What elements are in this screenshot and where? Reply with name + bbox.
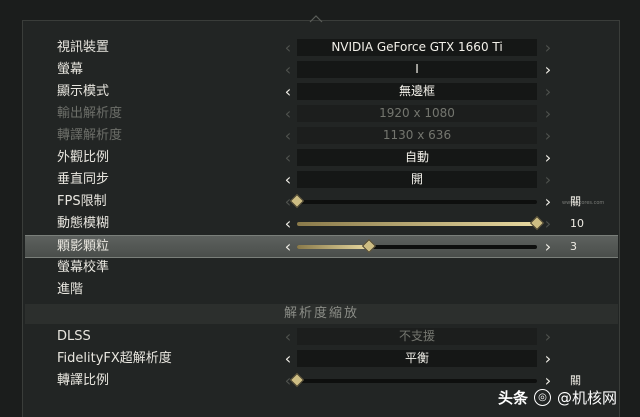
main-slider-track-8[interactable] <box>297 215 545 231</box>
main-setting-label-3: 輸出解析度 <box>57 106 123 121</box>
main-slider-fill-8 <box>297 222 537 226</box>
panel-notch-icon <box>309 15 323 23</box>
main-setting-label-0: 視訊裝置 <box>57 40 110 55</box>
main-slider-value-8: 10 <box>570 217 584 230</box>
scaling-setting-label-1: FidelityFX超解析度 <box>57 351 172 366</box>
main-chevron-left-icon-1: ‹ <box>284 60 292 79</box>
main-setting-row-11[interactable]: 進階 <box>25 279 618 300</box>
main-setting-row-9[interactable]: 顆影顆粒 ‹ › 3 <box>25 235 618 258</box>
scaling-setting-value-1: 平衡 <box>297 350 537 367</box>
scaling-setting-row-0[interactable]: DLSS ‹ › 不支援 <box>25 326 618 347</box>
main-setting-value-4: 1130 x 636 <box>297 127 537 144</box>
main-slider-track-7[interactable] <box>289 193 537 209</box>
main-setting-row-1[interactable]: 螢幕 ‹ › I <box>25 59 618 80</box>
main-setting-row-7[interactable]: FPS限制 ‹ › 關 <box>25 191 618 212</box>
main-setting-value-0: NVIDIA GeForce GTX 1660 Ti <box>297 39 537 56</box>
scaling-setting-label-2: 轉譯比例 <box>57 373 110 388</box>
main-setting-value-3: 1920 x 1080 <box>297 105 537 122</box>
main-chevron-left-icon-2[interactable]: ‹ <box>281 83 295 100</box>
main-setting-label-2: 顯示模式 <box>57 84 110 99</box>
main-chevron-right-icon-5[interactable]: › <box>541 149 555 166</box>
scaling-chevron-right-icon-1[interactable]: › <box>541 350 555 367</box>
main-chevron-left-icon-6[interactable]: ‹ <box>281 171 295 188</box>
main-setting-label-11: 進階 <box>57 282 84 297</box>
main-setting-value-1: I <box>297 61 537 78</box>
main-chevron-left-icon-9[interactable]: ‹ <box>281 238 295 255</box>
main-setting-row-10[interactable]: 螢幕校準 <box>25 257 618 278</box>
main-chevron-left-icon-8[interactable]: ‹ <box>281 215 295 232</box>
main-setting-row-0[interactable]: 視訊裝置 ‹ › NVIDIA GeForce GTX 1660 Ti <box>25 37 618 58</box>
main-chevron-right-icon-0: › <box>544 38 552 57</box>
main-setting-label-9: 顆影顆粒 <box>57 239 110 254</box>
scaling-setting-value-0: 不支援 <box>297 328 537 345</box>
main-chevron-left-icon-3: ‹ <box>284 104 292 123</box>
main-setting-row-6[interactable]: 垂直同步 ‹ › 開 <box>25 169 618 190</box>
main-setting-value-2: 無邊框 <box>297 83 537 100</box>
main-setting-label-4: 轉譯解析度 <box>57 128 123 143</box>
main-setting-value-6: 開 <box>297 171 537 188</box>
main-chevron-right-icon-2: › <box>544 82 552 101</box>
main-setting-label-8: 動態模糊 <box>57 216 110 231</box>
scaling-chevron-right-icon-0: › <box>544 327 552 346</box>
scaling-setting-row-1[interactable]: FidelityFX超解析度 ‹ › 平衡 <box>25 348 618 369</box>
main-slider-fill-9 <box>297 245 369 249</box>
scaling-chevron-left-icon-1[interactable]: ‹ <box>281 350 295 367</box>
main-diamond-knob-icon-9[interactable] <box>361 238 377 254</box>
main-setting-row-5[interactable]: 外觀比例 ‹ › 自動 <box>25 147 618 168</box>
main-setting-value-5: 自動 <box>297 149 537 166</box>
main-setting-label-1: 螢幕 <box>57 62 84 77</box>
main-setting-row-3[interactable]: 輸出解析度 ‹ › 1920 x 1080 <box>25 103 618 124</box>
main-chevron-left-icon-0: ‹ <box>284 38 292 57</box>
main-chevron-right-icon-1[interactable]: › <box>541 61 555 78</box>
main-chevron-right-icon-4: › <box>544 126 552 145</box>
main-chevron-left-icon-5: ‹ <box>284 148 292 167</box>
scaling-chevron-left-icon-0: ‹ <box>284 327 292 346</box>
main-slider-value-9: 3 <box>570 240 577 253</box>
main-slider-value-7: 關 <box>570 195 581 208</box>
main-slider-track-9[interactable] <box>297 238 537 254</box>
main-setting-label-5: 外觀比例 <box>57 150 110 165</box>
main-setting-row-4[interactable]: 轉譯解析度 ‹ › 1130 x 636 <box>25 125 618 146</box>
main-setting-row-2[interactable]: 顯示模式 ‹ › 無邊框 <box>25 81 618 102</box>
watermark-logo-icon: ◎ <box>534 388 552 406</box>
main-chevron-right-icon-6: › <box>544 170 552 189</box>
watermark-brand: 头条 <box>498 388 529 407</box>
main-setting-row-8[interactable]: 動態模糊 ‹ › 10 <box>25 213 618 234</box>
section-header-resolution-scaling: 解析度縮放 <box>25 304 618 324</box>
main-setting-label-10: 螢幕校準 <box>57 260 110 275</box>
scaling-setting-label-0: DLSS <box>57 329 91 344</box>
main-chevron-right-icon-9[interactable]: › <box>541 238 555 255</box>
main-chevron-right-icon-3: › <box>544 104 552 123</box>
main-chevron-left-icon-4: ‹ <box>284 126 292 145</box>
main-chevron-right-icon-7[interactable]: › <box>541 193 555 210</box>
watermark-handle: @机核网 <box>557 388 618 407</box>
scaling-slider-track-2[interactable] <box>289 372 537 388</box>
watermark: 头条 ◎ @机核网 <box>498 384 617 410</box>
main-setting-label-6: 垂直同步 <box>57 172 110 187</box>
main-setting-label-7: FPS限制 <box>57 194 107 209</box>
